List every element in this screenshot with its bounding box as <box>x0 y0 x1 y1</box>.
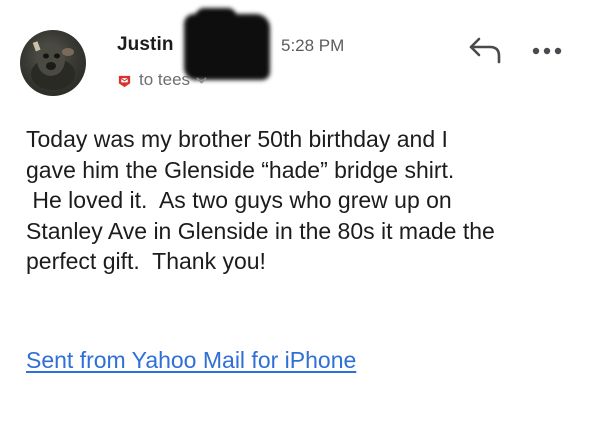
recipient-label: to tees <box>139 70 191 89</box>
message-line: Today was my brother 50th birthday and I <box>26 126 448 152</box>
message-line: He loved it. As two guys who grew up on <box>26 187 452 213</box>
signature-link[interactable]: Sent from Yahoo Mail for iPhone <box>26 347 356 374</box>
avatar-photo <box>31 41 75 90</box>
message-time: 5:28 PM <box>281 36 345 55</box>
mail-tag-icon <box>118 75 131 87</box>
recipient-row[interactable]: to tees <box>117 70 207 90</box>
sender-name[interactable]: Justin <box>117 34 174 56</box>
message-line: gave him the Glenside “hade” bridge shir… <box>26 156 455 183</box>
message-line: perfect gift. Thank you! <box>26 248 266 274</box>
reply-arrow-icon[interactable] <box>468 36 502 64</box>
message-body: Today was my brother 50th birthday and I… <box>26 124 586 277</box>
chevron-down-icon <box>196 77 207 84</box>
sender-avatar[interactable] <box>20 30 86 96</box>
more-dots-icon[interactable] <box>530 44 564 56</box>
message-line: Stanley Ave in Glenside in the 80s it ma… <box>26 217 495 244</box>
